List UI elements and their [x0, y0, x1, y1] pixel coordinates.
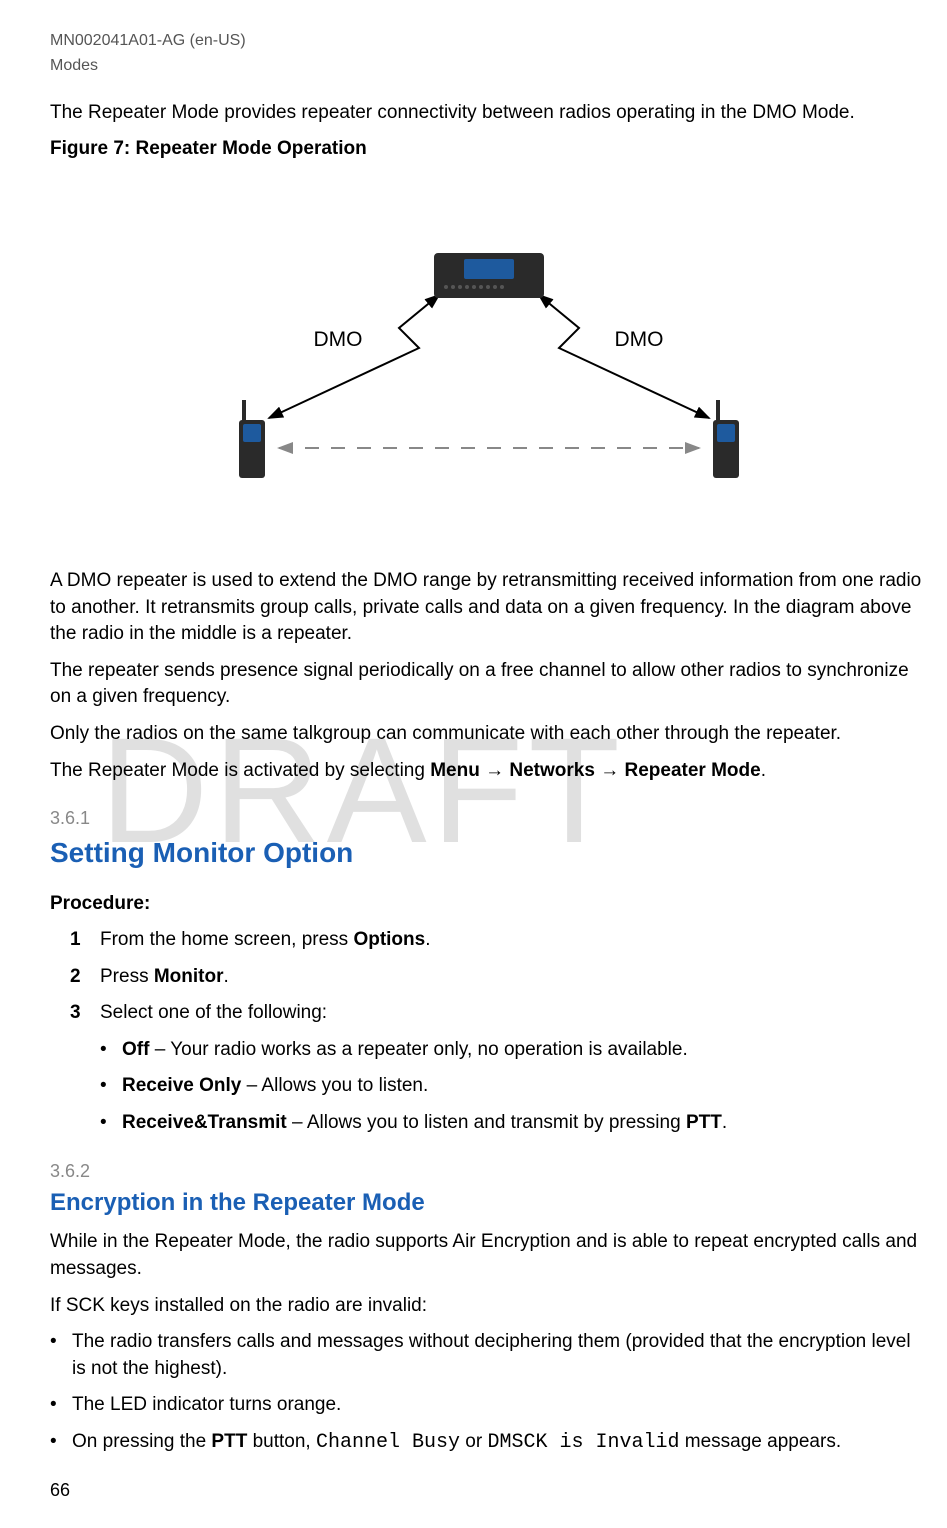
- step2-pre: Press: [100, 966, 154, 987]
- procedure-step-1: 1 From the home screen, press Options.: [50, 927, 927, 954]
- section-num-361: 3.6.1: [50, 806, 927, 831]
- b3-ptt: PTT: [211, 1431, 247, 1452]
- doc-id: MN002041A01-AG (en-US): [50, 30, 927, 52]
- opt-rxtx-mid: – Allows you to listen and transmit by p…: [287, 1112, 686, 1133]
- encryption-para1: While in the Repeater Mode, the radio su…: [50, 1229, 927, 1282]
- b3-channel-busy: Channel Busy: [316, 1431, 460, 1454]
- b3-or: or: [460, 1431, 487, 1452]
- dmo-label-left: DMO: [314, 325, 363, 354]
- step1-post: .: [425, 929, 430, 950]
- opt-rxonly-text: – Allows you to listen.: [241, 1075, 428, 1096]
- handheld-right-icon: [713, 420, 739, 478]
- sck-item-1: • The radio transfers calls and messages…: [50, 1329, 927, 1382]
- opt-rxonly-label: Receive Only: [122, 1075, 241, 1096]
- procedure-label: Procedure:: [50, 891, 927, 918]
- sck-item-3: • On pressing the PTT button, Channel Bu…: [50, 1429, 927, 1457]
- figure-title: Figure 7: Repeater Mode Operation: [50, 136, 927, 163]
- step2-monitor: Monitor: [154, 966, 224, 987]
- para-talkgroup: Only the radios on the same talkgroup ca…: [50, 721, 927, 748]
- para4-arrow1: →: [480, 760, 510, 781]
- opt-off-text: – Your radio works as a repeater only, n…: [149, 1039, 687, 1060]
- opt-rxtx-post: .: [722, 1112, 727, 1133]
- procedure-list: 1 From the home screen, press Options. 2…: [50, 927, 927, 1027]
- b3-pre: On pressing the: [72, 1431, 211, 1452]
- opt-off-label: Off: [122, 1039, 149, 1060]
- repeater-device-icon: [434, 253, 544, 298]
- step1-options: Options: [353, 929, 425, 950]
- sck-invalid-list: • The radio transfers calls and messages…: [50, 1329, 927, 1457]
- b3-post: message appears.: [680, 1431, 842, 1452]
- procedure-step-2: 2 Press Monitor.: [50, 964, 927, 991]
- sck-item-2: • The LED indicator turns orange.: [50, 1392, 927, 1419]
- monitor-options-list: • Off – Your radio works as a repeater o…: [100, 1037, 927, 1137]
- menu-path-networks: Networks: [509, 760, 595, 781]
- para-activation: The Repeater Mode is activated by select…: [50, 758, 927, 785]
- dmo-label-right: DMO: [615, 325, 664, 354]
- sck-b2: The LED indicator turns orange.: [72, 1392, 341, 1419]
- doc-section: Modes: [50, 55, 927, 77]
- step1-num: 1: [70, 927, 100, 954]
- para-dmo-repeater: A DMO repeater is used to extend the DMO…: [50, 568, 927, 648]
- opt-rxtx-ptt: PTT: [686, 1112, 722, 1133]
- step3-num: 3: [70, 1000, 100, 1027]
- menu-path-repeater-mode: Repeater Mode: [624, 760, 760, 781]
- para-presence-signal: The repeater sends presence signal perio…: [50, 658, 927, 711]
- section-num-362: 3.6.2: [50, 1159, 927, 1184]
- option-receive-transmit: • Receive&Transmit – Allows you to liste…: [100, 1110, 927, 1137]
- b3-mid1: button,: [247, 1431, 316, 1452]
- para4-post: .: [761, 760, 766, 781]
- b3-dmsck-invalid: DMSCK is Invalid: [487, 1431, 679, 1454]
- encryption-para2: If SCK keys installed on the radio are i…: [50, 1293, 927, 1320]
- handheld-left-icon: [239, 420, 265, 478]
- section-title-362: Encryption in the Repeater Mode: [50, 1186, 927, 1220]
- step1-pre: From the home screen, press: [100, 929, 353, 950]
- option-receive-only: • Receive Only – Allows you to listen.: [100, 1073, 927, 1100]
- repeater-diagram: DMO DMO: [239, 253, 739, 478]
- procedure-step-3: 3 Select one of the following:: [50, 1000, 927, 1027]
- para4-arrow2: →: [595, 760, 625, 781]
- step3-text: Select one of the following:: [100, 1000, 327, 1027]
- step2-num: 2: [70, 964, 100, 991]
- option-off: • Off – Your radio works as a repeater o…: [100, 1037, 927, 1064]
- step2-post: .: [224, 966, 229, 987]
- para4-pre: The Repeater Mode is activated by select…: [50, 760, 430, 781]
- intro-text: The Repeater Mode provides repeater conn…: [50, 100, 927, 127]
- page-number: 66: [50, 1478, 70, 1503]
- menu-path-menu: Menu: [430, 760, 480, 781]
- section-title-361: Setting Monitor Option: [50, 833, 927, 872]
- opt-rxtx-label: Receive&Transmit: [122, 1112, 287, 1133]
- sck-b1: The radio transfers calls and messages w…: [72, 1329, 927, 1382]
